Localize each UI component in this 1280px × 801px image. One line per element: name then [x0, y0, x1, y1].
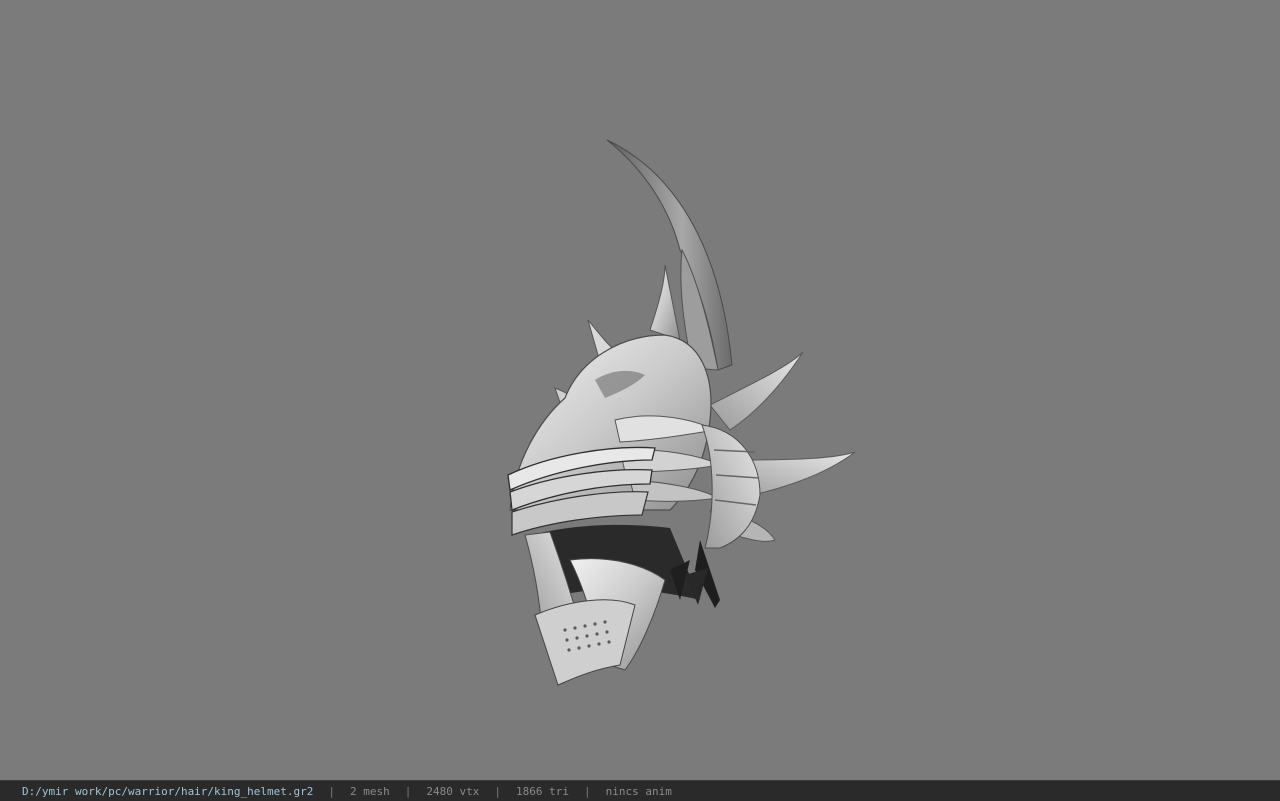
separator: |	[584, 784, 591, 798]
helmet-model	[507, 139, 856, 686]
model-viewport[interactable]	[0, 0, 1280, 780]
file-path: D:/ymir work/pc/warrior/hair/king_helmet…	[22, 784, 314, 798]
separator: |	[328, 784, 336, 798]
mesh-count: 2 mesh	[350, 784, 390, 798]
separator: |	[404, 784, 412, 798]
separator: |	[494, 784, 502, 798]
vertex-count: 2480 vtx	[426, 784, 480, 798]
triangle-count: 1866 tri	[516, 784, 569, 798]
status-bar: D:/ymir work/pc/warrior/hair/king_helmet…	[0, 780, 1280, 801]
animation-status: nincs anim	[605, 784, 672, 798]
